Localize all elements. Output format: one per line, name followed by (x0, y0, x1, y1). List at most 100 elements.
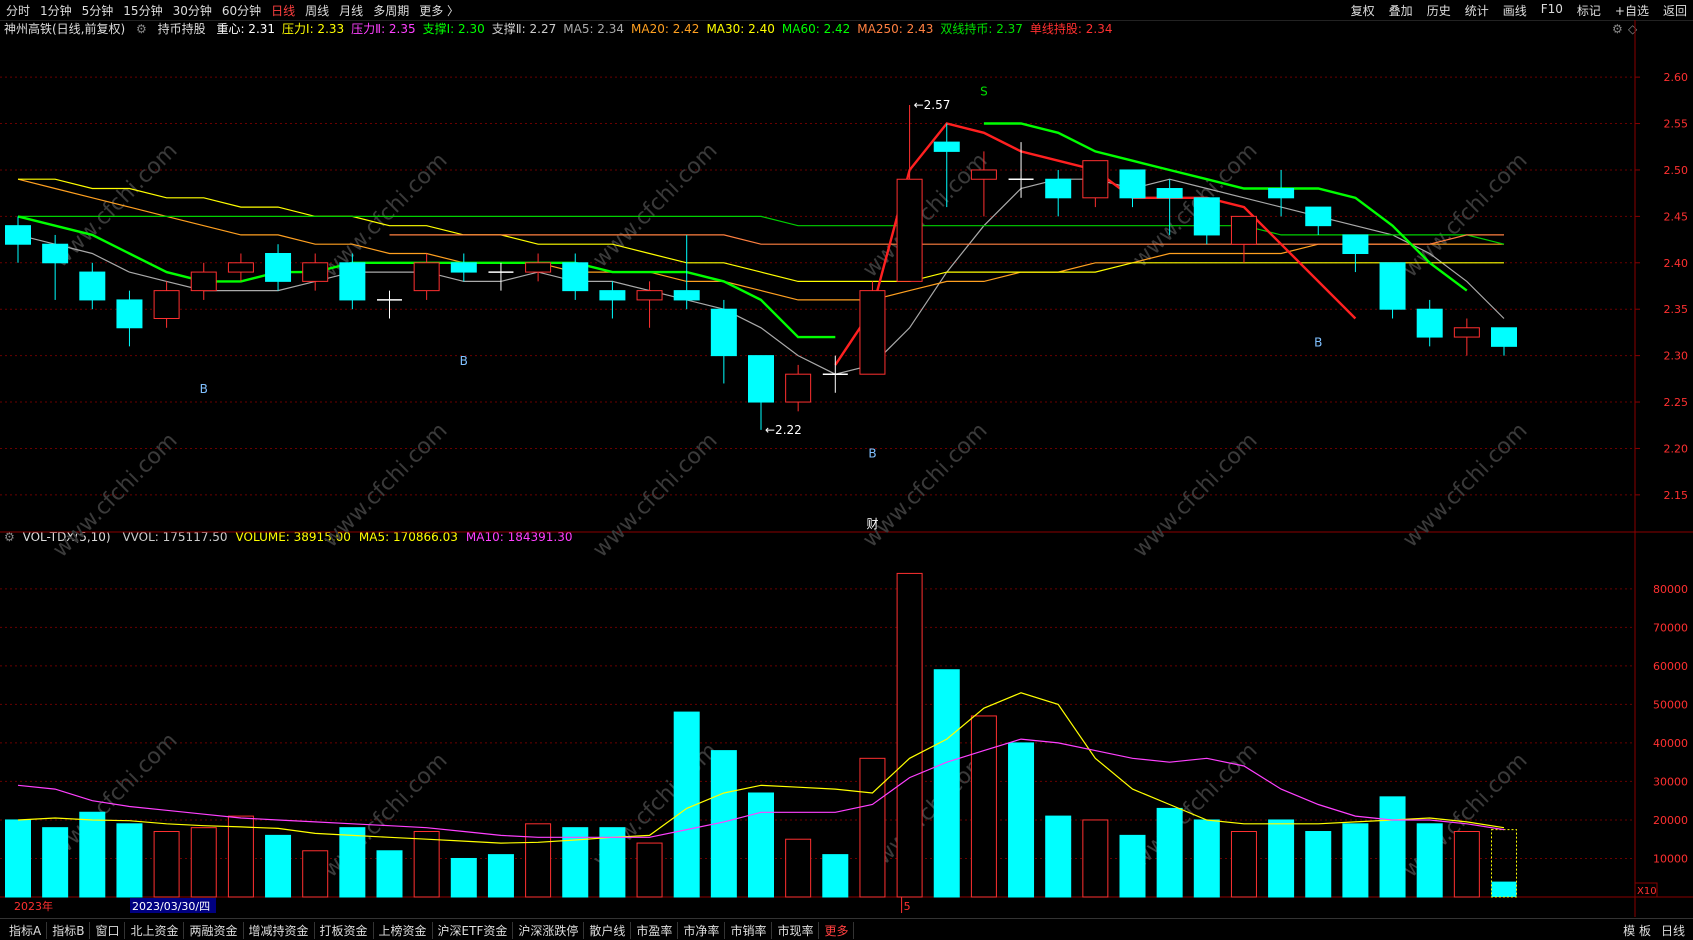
tool-button[interactable]: 叠加 (1389, 2, 1413, 19)
bottom-tab[interactable]: 市销率 (725, 922, 773, 939)
signal-label: B (1314, 335, 1322, 349)
volume-bar (1342, 823, 1369, 898)
tool-buttons: 复权 叠加 历史 统计 画线 F10 标记 +自选 返回 (1351, 2, 1687, 19)
price-tick-label: 2.45 (1664, 210, 1689, 223)
price-volume-chart[interactable]: 2.15 2.20 2.25 2.30 2.35 2.40 2.45 2.50 2.55 2.60… (0, 20, 1693, 917)
volume-bar (339, 827, 366, 898)
bottom-tab[interactable]: 增减持资金 (244, 922, 315, 939)
extreme-price-label: ←2.57 (914, 98, 951, 112)
volume-bar (1045, 815, 1072, 898)
volume-bar (896, 572, 923, 898)
period-tab[interactable]: 多周期 (373, 2, 409, 19)
bottom-tab[interactable]: 指标A (4, 922, 48, 939)
volume-bar (1119, 834, 1146, 898)
volume-bar (302, 850, 329, 898)
tool-button[interactable]: +自选 (1615, 2, 1649, 19)
volume-tick-label: 60000 (1653, 660, 1688, 673)
volume-bar (1491, 881, 1517, 897)
volume-bar (1453, 831, 1480, 898)
bottom-tab[interactable]: 市盈率 (631, 922, 679, 939)
price-tick-label: 2.35 (1664, 303, 1689, 316)
price-tick-label: 2.40 (1664, 257, 1689, 270)
bottom-tab[interactable]: 沪深ETF资金 (433, 922, 514, 939)
candle-body (1119, 169, 1146, 199)
watermark-text: www.cfchi.com (48, 138, 182, 272)
period-tab[interactable]: 更多 〉 (419, 2, 459, 19)
volume-bar (42, 827, 69, 898)
period-tab[interactable]: 15分钟 (123, 2, 162, 19)
volume-bar (1230, 831, 1257, 898)
bottom-tab[interactable]: 更多 (819, 922, 855, 939)
candle-body (42, 243, 69, 264)
bottom-tab[interactable]: 沪深涨跌停 (513, 922, 585, 939)
bottom-tab[interactable]: 散户线 (584, 922, 632, 939)
volume-bar (1379, 796, 1406, 898)
price-tick-label: 2.60 (1664, 71, 1689, 84)
bottom-tab[interactable]: 两融资金 (184, 922, 244, 939)
candle-body (970, 169, 997, 180)
tool-button[interactable]: F10 (1541, 2, 1563, 19)
price-line-MA60 (18, 215, 1505, 245)
candle-body (636, 290, 663, 301)
tool-button[interactable]: 画线 (1503, 2, 1527, 19)
volume-bar (79, 811, 106, 898)
signal-label: B (868, 447, 876, 461)
volume-bar (636, 842, 663, 898)
candle-body (562, 262, 589, 292)
candle-body (1230, 215, 1257, 245)
tool-button[interactable]: 返回 (1663, 2, 1687, 19)
tool-button[interactable]: 历史 (1427, 2, 1451, 19)
volume-bar (376, 850, 403, 898)
bottom-tab[interactable]: 北上资金 (125, 922, 185, 939)
volume-bar (190, 827, 217, 898)
candle-body (673, 290, 700, 301)
period-tab[interactable]: 1分钟 (40, 2, 72, 19)
candle-body (1453, 327, 1480, 338)
price-line-MA250 (389, 234, 1504, 245)
bottom-tab[interactable]: 市净率 (678, 922, 726, 939)
tool-button[interactable]: 复权 (1351, 2, 1375, 19)
price-tick-label: 2.30 (1664, 350, 1689, 363)
candle-body (599, 290, 626, 301)
candle-body (525, 262, 552, 273)
bottom-tab[interactable]: 市现率 (772, 922, 820, 939)
bottom-tab[interactable]: 窗口 (90, 922, 126, 939)
volume-bar (970, 715, 997, 898)
candle-body (1416, 308, 1443, 338)
bottom-right-button[interactable]: 日线 (1661, 922, 1685, 939)
candle-body (1491, 327, 1517, 347)
period-tab[interactable]: 60分钟 (222, 2, 261, 19)
volume-tick-label: 20000 (1653, 814, 1688, 827)
candle-body (1268, 188, 1295, 199)
extreme-price-label: ←2.22 (765, 423, 802, 437)
bottom-tab[interactable]: 指标B (47, 922, 91, 939)
period-tab[interactable]: 5分钟 (82, 2, 114, 19)
volume-bar (1082, 819, 1109, 898)
period-tab[interactable]: 日线 (271, 2, 295, 19)
candle-body (785, 373, 812, 403)
bottom-tab[interactable]: 打板资金 (315, 922, 374, 939)
period-tab[interactable]: 分时 (6, 2, 30, 19)
signal-label: S (980, 85, 988, 99)
volume-tick-label: 10000 (1653, 852, 1688, 865)
tool-button[interactable]: 统计 (1465, 2, 1489, 19)
volume-bar (153, 831, 180, 898)
candle-body (710, 308, 737, 357)
candle-body (1045, 178, 1072, 199)
volume-bar (116, 823, 143, 898)
period-tab[interactable]: 30分钟 (173, 2, 212, 19)
bottom-right-button[interactable]: 模 板 (1623, 922, 1651, 939)
bottom-tab[interactable]: 上榜资金 (374, 922, 433, 939)
date-box-label: 2023/03/30/四 (132, 900, 210, 913)
candle-body (413, 262, 440, 292)
tool-button[interactable]: 标记 (1577, 2, 1601, 19)
month-label: 5 (904, 900, 911, 913)
volume-unit-label: X10 (1637, 886, 1657, 897)
volume-bar (1008, 742, 1035, 898)
candle-body (153, 290, 180, 319)
candle-body (302, 262, 329, 282)
period-tab[interactable]: 周线 (305, 2, 329, 19)
period-tab[interactable]: 月线 (339, 2, 363, 19)
price-tick-label: 2.50 (1664, 164, 1689, 177)
volume-bar (1156, 807, 1183, 898)
